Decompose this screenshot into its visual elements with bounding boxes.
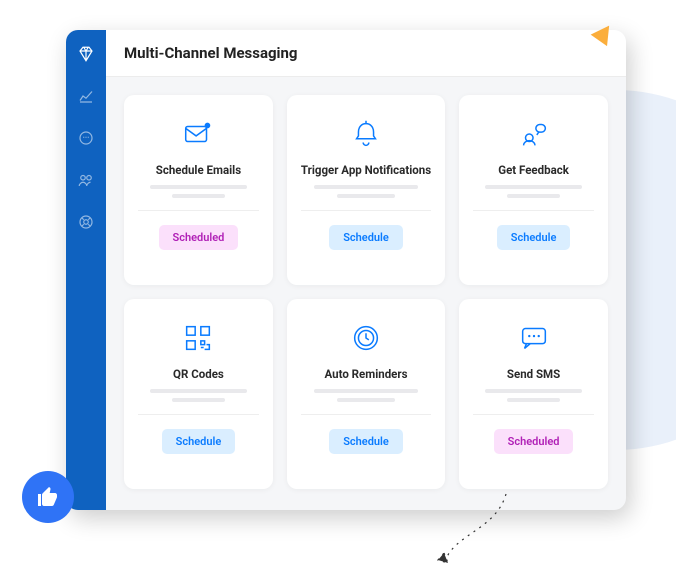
sidebar-item-users[interactable] (76, 170, 96, 190)
sidebar-item-messages[interactable] (76, 128, 96, 148)
chat-icon (77, 129, 95, 147)
placeholder-lines (485, 185, 582, 198)
card-title: Get Feedback (498, 163, 569, 177)
qr-icon (181, 315, 215, 361)
sms-icon (517, 315, 551, 361)
card-title: QR Codes (173, 367, 224, 381)
card-grid: Schedule Emails Scheduled Trigger App No… (106, 77, 626, 510)
status-badge[interactable]: Scheduled (159, 225, 239, 250)
lifebuoy-icon (77, 213, 95, 231)
thumbs-up-badge (22, 471, 74, 523)
card-title: Schedule Emails (156, 163, 241, 177)
divider (301, 210, 431, 211)
card-app-notifications: Trigger App Notifications Schedule (287, 95, 445, 285)
divider (301, 414, 431, 415)
card-title: Send SMS (507, 367, 560, 381)
divider (473, 414, 594, 415)
users-icon (77, 171, 95, 189)
placeholder-lines (485, 389, 582, 402)
placeholder-lines (150, 185, 247, 198)
divider (138, 210, 259, 211)
card-title: Auto Reminders (324, 367, 407, 381)
mail-icon (181, 111, 215, 157)
dotted-arrow (436, 489, 576, 569)
clock-icon (349, 315, 383, 361)
divider (138, 414, 259, 415)
schedule-button[interactable]: Schedule (497, 225, 571, 250)
placeholder-lines (314, 185, 418, 198)
placeholder-lines (314, 389, 418, 402)
feedback-icon (517, 111, 551, 157)
schedule-button[interactable]: Schedule (329, 225, 403, 250)
card-qr-codes: QR Codes Schedule (124, 299, 273, 489)
sidebar-item-analytics[interactable] (76, 86, 96, 106)
thumbs-up-icon (36, 485, 60, 509)
divider (473, 210, 594, 211)
sidebar-item-diamond[interactable] (76, 44, 96, 64)
schedule-button[interactable]: Schedule (329, 429, 403, 454)
card-title: Trigger App Notifications (301, 163, 431, 177)
card-schedule-emails: Schedule Emails Scheduled (124, 95, 273, 285)
bell-icon (349, 111, 383, 157)
schedule-button[interactable]: Schedule (162, 429, 236, 454)
sidebar (66, 30, 106, 510)
chart-icon (77, 87, 95, 105)
page-title: Multi-Channel Messaging (106, 30, 626, 77)
card-auto-reminders: Auto Reminders Schedule (287, 299, 445, 489)
sidebar-item-support[interactable] (76, 212, 96, 232)
diamond-icon (77, 45, 95, 63)
card-send-sms: Send SMS Scheduled (459, 299, 608, 489)
app-window: Multi-Channel Messaging Schedule Emails … (66, 30, 626, 510)
card-get-feedback: Get Feedback Schedule (459, 95, 608, 285)
status-badge[interactable]: Scheduled (494, 429, 574, 454)
placeholder-lines (150, 389, 247, 402)
main-panel: Multi-Channel Messaging Schedule Emails … (106, 30, 626, 510)
